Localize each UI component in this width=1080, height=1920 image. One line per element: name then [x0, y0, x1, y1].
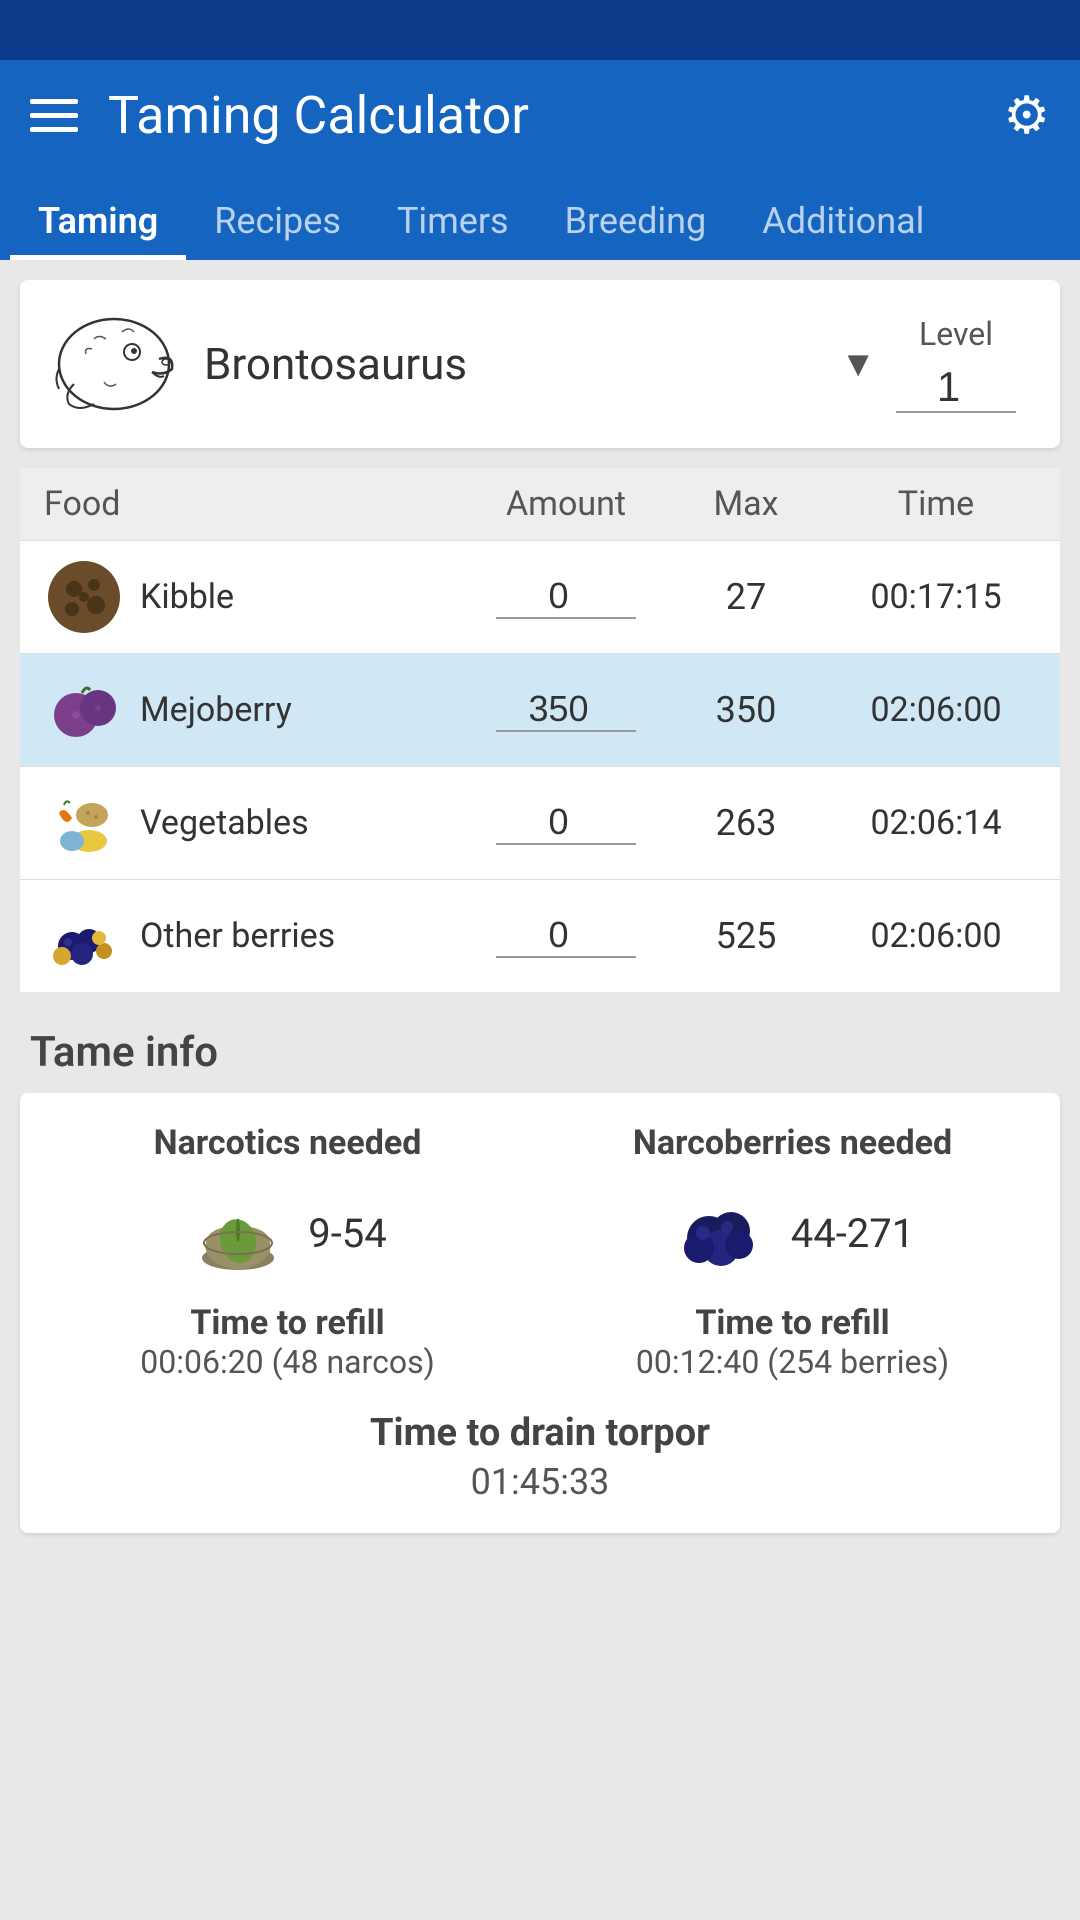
narcoberries-value: 44-271	[791, 1210, 914, 1257]
kibble-amount-input[interactable]	[496, 575, 636, 619]
other-berries-max: 525	[656, 915, 836, 957]
drain-torpor-section: Time to drain torpor 01:45:33	[50, 1411, 1030, 1503]
tame-info-title: Tame info	[20, 1012, 1060, 1093]
food-row-kibble: Kibble 27 00:17:15	[20, 540, 1060, 653]
narcoberry-icon	[671, 1183, 771, 1283]
mejoberry-name: Mejoberry	[140, 690, 292, 730]
app-title: Taming Calculator	[108, 85, 1003, 146]
dropdown-arrow-icon: ▼	[840, 343, 876, 385]
narcotics-col: Narcotics needed 9-54	[50, 1123, 525, 1381]
other-berries-icon	[44, 896, 124, 976]
level-label: Level	[919, 315, 993, 353]
kibble-max: 27	[656, 576, 836, 618]
drain-torpor-value: 01:45:33	[50, 1461, 1030, 1503]
vegetables-max: 263	[656, 802, 836, 844]
tame-info-grid: Narcotics needed 9-54	[50, 1123, 1030, 1381]
kibble-name: Kibble	[140, 577, 234, 617]
mejoberry-max: 350	[656, 689, 836, 731]
narcotics-row: 9-54	[188, 1183, 387, 1283]
level-section: Level	[876, 315, 1036, 413]
vegetables-amount-input[interactable]	[496, 801, 636, 845]
settings-icon[interactable]: ⚙	[1003, 85, 1050, 146]
vegetables-time: 02:06:14	[836, 803, 1036, 843]
tab-additional[interactable]: Additional	[734, 182, 952, 260]
food-row-mejoberry: Mejoberry 350 02:06:00	[20, 653, 1060, 766]
creature-image	[44, 304, 184, 424]
mejoberry-icon	[44, 670, 124, 750]
food-col-header: Food	[44, 484, 476, 524]
tab-taming[interactable]: Taming	[10, 182, 186, 260]
mejoberry-time: 02:06:00	[836, 690, 1036, 730]
tab-recipes[interactable]: Recipes	[186, 182, 369, 260]
other-berries-name: Other berries	[140, 916, 335, 956]
max-col-header: Max	[656, 484, 836, 524]
narcotics-value: 9-54	[308, 1210, 387, 1257]
other-berries-amount-input[interactable]	[496, 914, 636, 958]
menu-button[interactable]	[30, 99, 78, 132]
narcoberries-row: 44-271	[671, 1183, 914, 1283]
level-input[interactable]	[896, 363, 1016, 413]
food-table-header: Food Amount Max Time	[20, 468, 1060, 540]
creature-name: Brontosaurus	[204, 338, 830, 390]
narcoberries-title: Narcoberries needed	[633, 1123, 952, 1163]
vegetables-name: Vegetables	[140, 803, 309, 843]
narcoberries-refill-title: Time to refill	[695, 1303, 889, 1343]
tame-info-card: Narcotics needed 9-54	[20, 1093, 1060, 1533]
narcotics-title: Narcotics needed	[154, 1123, 422, 1163]
mejoberry-amount-input[interactable]	[496, 688, 636, 732]
creature-card: Brontosaurus ▼ Level	[20, 280, 1060, 448]
narcoberries-col: Narcoberries needed	[555, 1123, 1030, 1381]
tab-timers[interactable]: Timers	[369, 182, 537, 260]
status-bar	[0, 0, 1080, 60]
tame-info-section: Tame info Narcotics needed	[20, 1012, 1060, 1533]
app-bar: Taming Calculator ⚙	[0, 60, 1080, 170]
drain-torpor-title: Time to drain torpor	[50, 1411, 1030, 1455]
tab-breeding[interactable]: Breeding	[537, 182, 735, 260]
narcoberries-refill-value: 00:12:40 (254 berries)	[636, 1343, 949, 1381]
narcotics-refill-title: Time to refill	[190, 1303, 384, 1343]
kibble-icon	[44, 557, 124, 637]
food-row-other-berries: Other berries 525 02:06:00	[20, 879, 1060, 992]
tab-bar: Taming Recipes Timers Breeding Additiona…	[0, 170, 1080, 260]
other-berries-time: 02:06:00	[836, 916, 1036, 956]
food-row-vegetables: Vegetables 263 02:06:14	[20, 766, 1060, 879]
food-table: Food Amount Max Time Kibble	[20, 468, 1060, 992]
kibble-time: 00:17:15	[836, 577, 1036, 617]
time-col-header: Time	[836, 484, 1036, 524]
creature-selector[interactable]: Brontosaurus ▼	[204, 338, 876, 390]
main-content: Brontosaurus ▼ Level Food Amount Max Tim…	[0, 260, 1080, 1553]
amount-col-header: Amount	[476, 484, 656, 524]
narcotics-refill-value: 00:06:20 (48 narcos)	[140, 1343, 434, 1381]
narcotic-icon	[188, 1183, 288, 1283]
vegetables-icon	[44, 783, 124, 863]
